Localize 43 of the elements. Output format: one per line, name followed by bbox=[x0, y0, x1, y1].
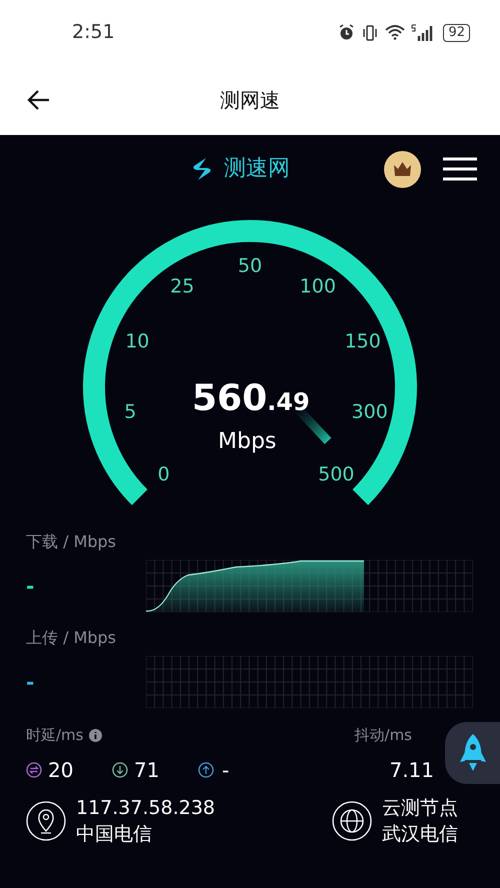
client-ip: 117.37.58.238 bbox=[76, 796, 216, 820]
battery-indicator: 92 bbox=[443, 24, 470, 42]
exchange-icon bbox=[26, 762, 42, 778]
jitter-label: 抖动/ms bbox=[354, 725, 412, 746]
menu-icon[interactable] bbox=[443, 157, 477, 181]
gauge-tick-label: 150 bbox=[344, 330, 381, 352]
gauge-tick-label: 100 bbox=[300, 276, 336, 298]
info-icon[interactable] bbox=[89, 728, 102, 742]
upload-latency: - bbox=[222, 756, 230, 784]
rocket-button[interactable] bbox=[445, 722, 500, 784]
gauge-tick-label: 10 bbox=[125, 330, 150, 352]
download-icon bbox=[112, 762, 128, 778]
rocket-icon bbox=[460, 734, 486, 772]
server-isp: 武汉电信 bbox=[382, 822, 458, 846]
upload-icon bbox=[198, 762, 214, 778]
download-value: - bbox=[26, 573, 36, 600]
vibrate-icon bbox=[361, 24, 380, 40]
brand-name: 测速网 bbox=[224, 155, 290, 183]
idle-latency: 20 bbox=[48, 756, 74, 784]
latency-label: 时延/ms bbox=[26, 725, 84, 746]
gauge-tick-label: 50 bbox=[238, 255, 262, 277]
globe-icon bbox=[332, 800, 372, 840]
location-icon bbox=[26, 800, 66, 840]
page-title: 测网速 bbox=[220, 87, 280, 114]
download-latency: 71 bbox=[134, 756, 160, 784]
gauge-tick-label: 500 bbox=[318, 463, 354, 486]
wifi-icon bbox=[385, 25, 406, 40]
server-label: 云测节点 bbox=[382, 796, 458, 820]
speed-unit: Mbps bbox=[218, 428, 276, 456]
upload-value: - bbox=[26, 669, 36, 696]
speed-value: 560.49 bbox=[192, 381, 310, 417]
client-isp: 中国电信 bbox=[76, 822, 153, 846]
back-icon[interactable] bbox=[27, 89, 51, 111]
gauge-tick-label: 0 bbox=[158, 463, 170, 486]
gauge-tick-label: 25 bbox=[170, 276, 194, 298]
download-label: 下载 / Mbps bbox=[26, 531, 118, 553]
alarm-icon bbox=[338, 24, 356, 41]
upload-label: 上传 / Mbps bbox=[26, 627, 118, 649]
status-time: 2:51 bbox=[72, 20, 115, 46]
crown-icon[interactable] bbox=[384, 151, 421, 188]
jitter-value: 7.11 bbox=[389, 756, 434, 784]
gauge-tick-label: 300 bbox=[352, 400, 388, 423]
gauge-tick-label: 5 bbox=[124, 400, 136, 423]
